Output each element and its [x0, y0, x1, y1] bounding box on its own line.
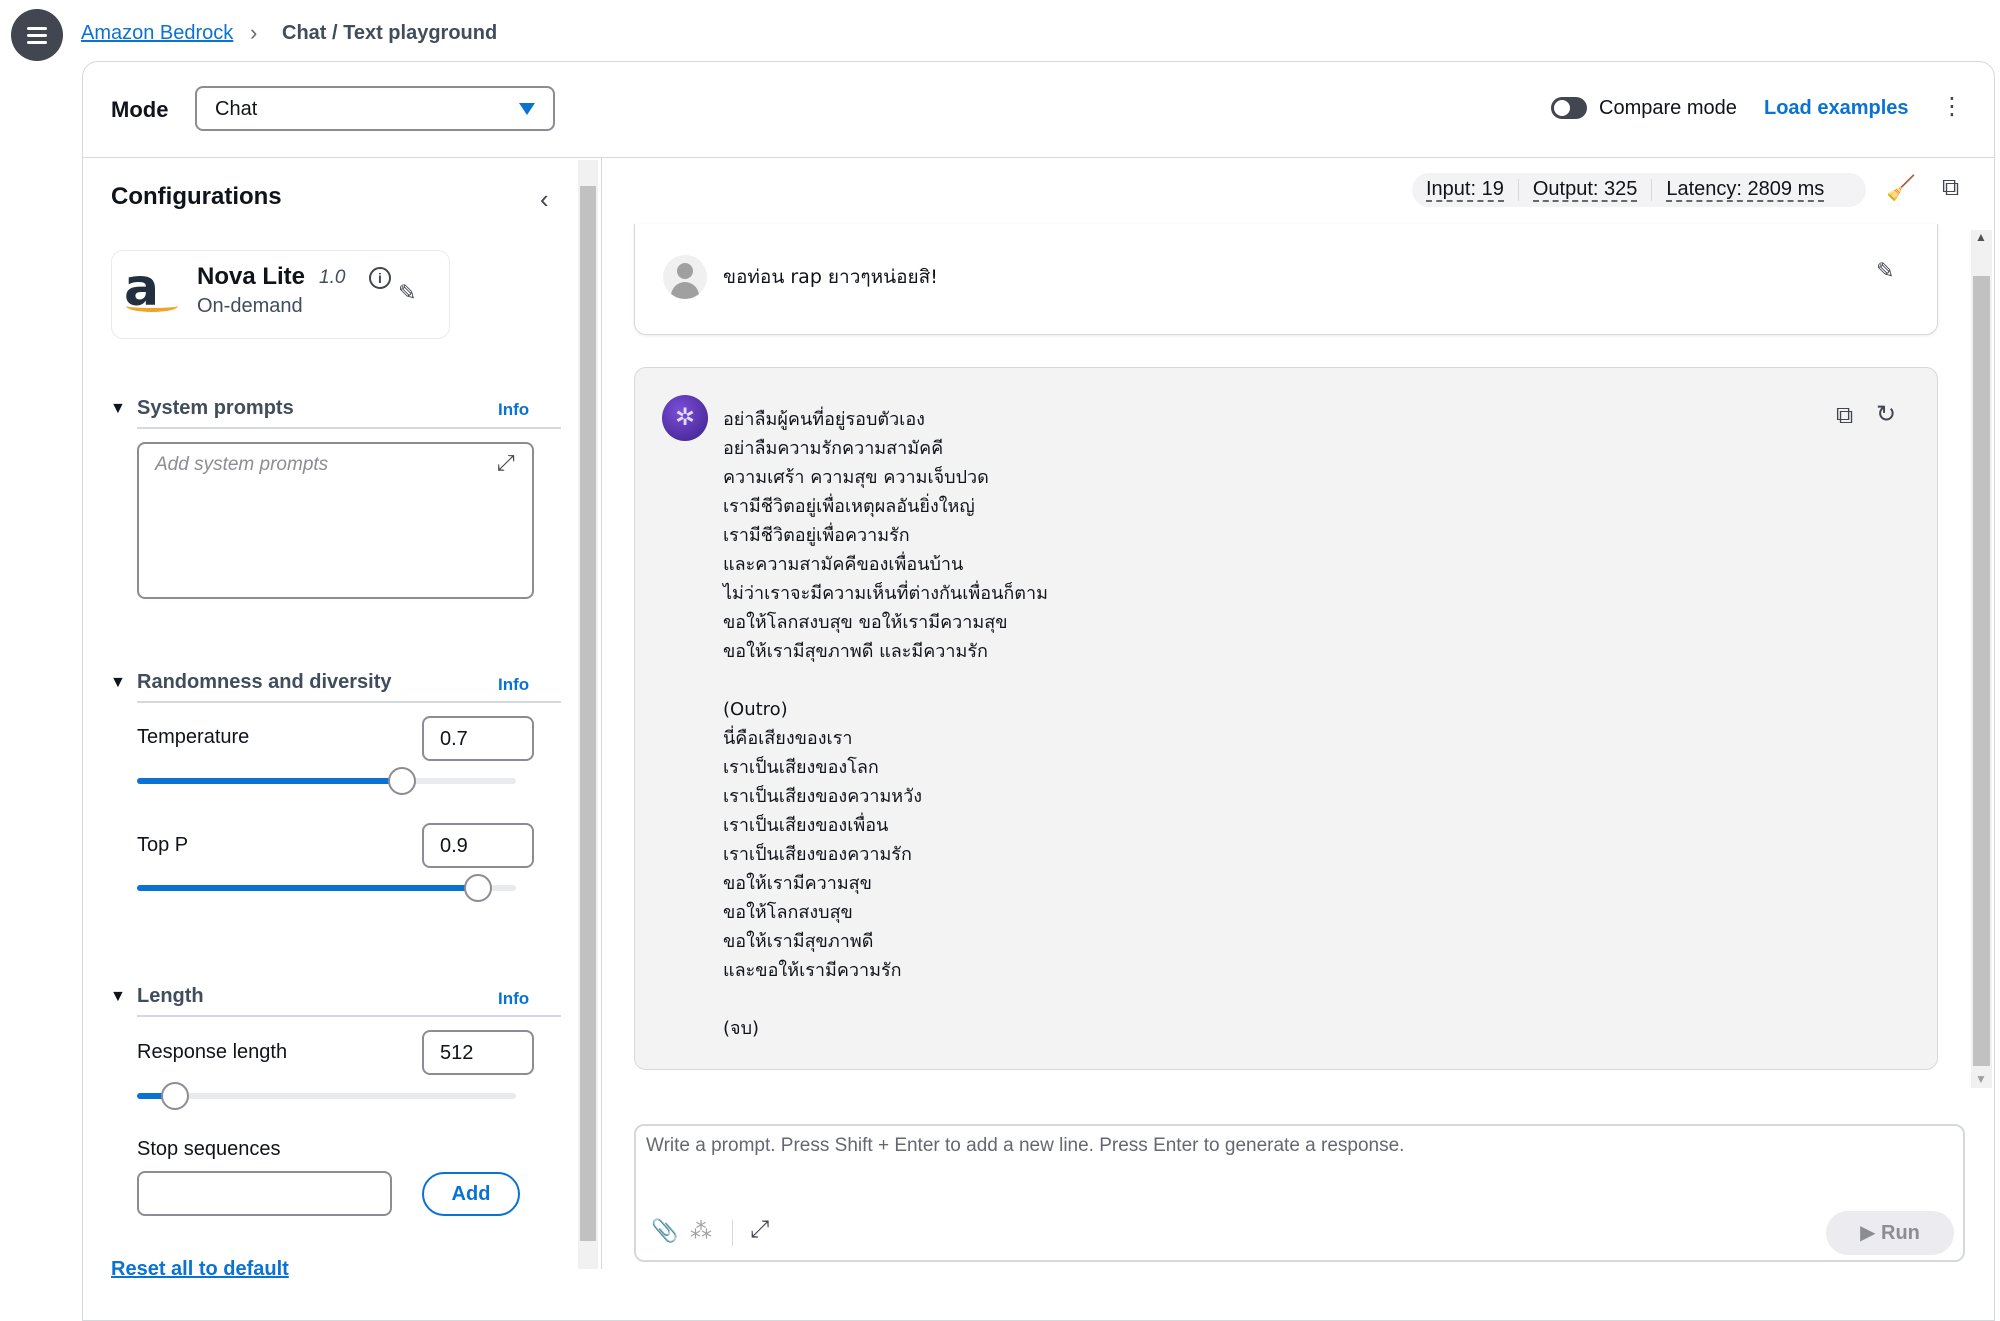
divider	[601, 158, 602, 1269]
caret-down-icon[interactable]: ▼	[110, 400, 126, 418]
model-version: 1.0	[319, 267, 346, 288]
response-length-slider-thumb[interactable]	[160, 1082, 189, 1110]
divider	[137, 1015, 561, 1017]
expand-icon[interactable]: ⤢	[497, 450, 515, 476]
temperature-input[interactable]: 0.7	[422, 716, 534, 761]
mode-label: Mode	[111, 97, 169, 122]
top-p-slider-thumb[interactable]	[464, 874, 493, 902]
temperature-label: Temperature	[137, 726, 250, 748]
response-length-input[interactable]: 512	[422, 1030, 534, 1075]
run-button[interactable]: ▶ Run	[1826, 1211, 1954, 1255]
play-icon: ▶	[1860, 1222, 1882, 1244]
collapse-panel-icon[interactable]: ‹	[540, 184, 549, 215]
chat-scrollbar-thumb[interactable]	[1973, 276, 1990, 1066]
top-p-slider-fill	[137, 885, 479, 891]
mode-value: Chat	[215, 98, 258, 120]
chevron-right-icon: ›	[250, 20, 258, 45]
temperature-slider-fill	[137, 778, 403, 784]
randomness-info-link[interactable]: Info	[498, 675, 529, 695]
user-avatar	[663, 255, 707, 299]
amazon-smile-logo	[126, 300, 178, 312]
prompt-placeholder: Write a prompt. Press Shift + Enter to a…	[646, 1135, 1405, 1156]
compare-mode-label: Compare mode	[1599, 97, 1737, 119]
attach-paperclip-icon[interactable]: 📎	[651, 1218, 678, 1244]
assistant-avatar-brain-icon: ✲	[662, 395, 708, 441]
length-info-link[interactable]: Info	[498, 989, 529, 1009]
output-tokens[interactable]: Output: 325	[1532, 178, 1638, 202]
breadcrumb-current: Chat / Text playground	[282, 22, 498, 44]
edit-message-icon[interactable]: ✎	[1876, 258, 1894, 284]
stop-sequences-input[interactable]	[137, 1171, 392, 1216]
response-length-slider-track[interactable]	[137, 1093, 516, 1099]
add-stop-sequence-button[interactable]: Add	[422, 1172, 520, 1216]
menu-button[interactable]	[11, 9, 63, 61]
load-examples-link[interactable]: Load examples	[1764, 97, 1909, 120]
info-icon[interactable]: i	[369, 267, 391, 289]
metrics-bar: Input: 19 Output: 325 Latency: 2809 ms	[1412, 173, 1866, 207]
system-prompts-input[interactable]: Add system prompts	[137, 442, 534, 599]
response-length-label: Response length	[137, 1041, 288, 1063]
latency[interactable]: Latency: 2809 ms	[1666, 178, 1825, 202]
top-p-input[interactable]: 0.9	[422, 823, 534, 868]
regenerate-icon[interactable]: ↻	[1876, 400, 1896, 429]
scroll-up-arrow[interactable]: ▲	[1975, 230, 1987, 244]
user-message-text: ขอท่อน rap ยาวๆหน่อยสิ!	[723, 266, 938, 288]
breadcrumb-amazon-bedrock[interactable]: Amazon Bedrock	[81, 22, 233, 45]
stop-sequences-label: Stop sequences	[137, 1138, 281, 1160]
model-type: On-demand	[197, 295, 303, 317]
system-prompts-info-link[interactable]: Info	[498, 400, 529, 420]
system-prompts-title[interactable]: System prompts	[137, 397, 294, 420]
clear-broom-icon[interactable]: 🧹	[1886, 174, 1916, 203]
input-tokens[interactable]: Input: 19	[1426, 178, 1504, 202]
divider	[732, 1220, 733, 1246]
expand-icon[interactable]: ⤢	[750, 1216, 769, 1244]
run-label: Run	[1881, 1222, 1920, 1244]
divider	[137, 427, 561, 429]
divider	[82, 157, 1995, 158]
edit-model-icon[interactable]: ✎	[398, 280, 416, 306]
reset-all-link[interactable]: Reset all to default	[111, 1258, 289, 1281]
model-name: Nova Lite	[197, 263, 306, 290]
top-p-label: Top P	[137, 834, 189, 856]
configurations-title: Configurations	[111, 183, 282, 210]
hamburger-icon	[27, 33, 47, 37]
randomness-title[interactable]: Randomness and diversity	[137, 671, 392, 694]
more-options-icon[interactable]: ⋮	[1940, 95, 1964, 119]
copy-icon[interactable]: ⧉	[1942, 174, 1959, 202]
magic-wand-icon[interactable]: ⁂	[690, 1218, 712, 1244]
caret-down-icon[interactable]: ▼	[110, 988, 126, 1006]
length-title[interactable]: Length	[137, 985, 204, 1008]
system-prompts-placeholder: Add system prompts	[155, 454, 329, 475]
config-scrollbar-thumb[interactable]	[580, 186, 596, 1241]
caret-down-icon[interactable]: ▼	[110, 674, 126, 692]
scroll-down-arrow[interactable]: ▼	[1975, 1072, 1987, 1086]
caret-down-icon	[519, 103, 535, 115]
compare-mode-toggle[interactable]	[1551, 97, 1587, 119]
divider	[137, 701, 561, 703]
mode-select[interactable]: Chat	[195, 86, 555, 131]
assistant-message-text: อย่าลืมผู้คนที่อยู่รอบตัวเอง อย่าลืมความ…	[723, 409, 1048, 1039]
copy-response-icon[interactable]: ⧉	[1836, 402, 1853, 430]
